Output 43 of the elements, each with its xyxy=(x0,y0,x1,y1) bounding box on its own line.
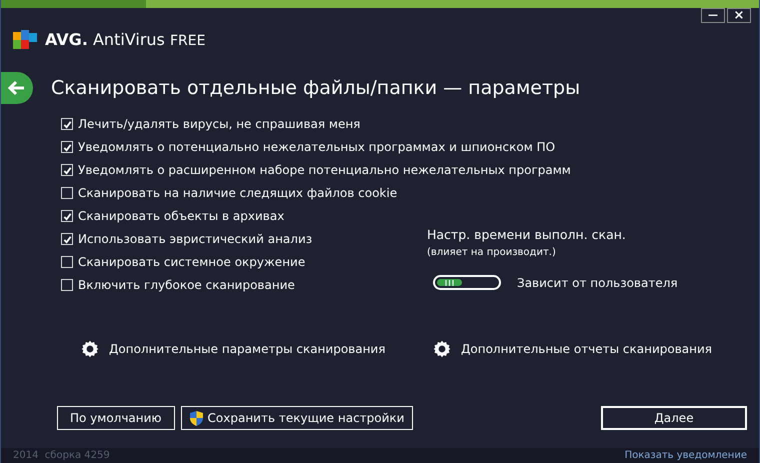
build-info: 2014 сборка 4259 xyxy=(13,449,110,463)
checkmark-icon xyxy=(62,166,72,174)
show-notification-link[interactable]: Показать уведомление xyxy=(624,448,747,463)
scan-time-value: Зависит от пользователя xyxy=(517,274,678,292)
next-button[interactable]: Далее xyxy=(601,406,747,430)
option-label: Сканировать системное окружение xyxy=(78,254,306,271)
option-label: Включить глубокое сканирование xyxy=(78,277,295,294)
back-button[interactable] xyxy=(1,72,33,104)
app-title: AVG. AntiVirus FREE xyxy=(45,29,206,51)
checkbox[interactable] xyxy=(61,210,73,222)
minimize-button[interactable]: — xyxy=(701,8,725,23)
save-settings-button[interactable]: Сохранить текущие настройки xyxy=(180,406,414,430)
option-label: Сканировать объекты в архивах xyxy=(78,208,284,225)
gear-icon xyxy=(433,340,451,358)
logo-icon xyxy=(13,30,39,50)
scan-time-subtitle: (влияет на производит.) xyxy=(427,246,557,260)
checkbox[interactable] xyxy=(61,141,73,153)
option-label: Лечить/удалять вирусы, не спрашивая меня xyxy=(78,116,360,133)
option-label: Сканировать на наличие следящих файлов cookie xyxy=(78,185,398,202)
checkmark-icon xyxy=(62,120,72,128)
option-label: Использовать эвристический анализ xyxy=(78,231,312,248)
gear-icon xyxy=(81,340,99,358)
option-label: Уведомлять о потенциально нежелательных программах и шпионском ПО xyxy=(78,139,556,156)
shield-icon xyxy=(190,410,203,426)
checkbox[interactable] xyxy=(61,233,73,245)
grip-icon xyxy=(445,280,454,286)
option-label: Уведомлять о расширенном наборе потенциально нежелательных программ xyxy=(78,162,571,179)
checkbox[interactable] xyxy=(61,118,73,130)
checkbox[interactable] xyxy=(61,164,73,176)
checkbox[interactable] xyxy=(61,187,73,199)
close-button[interactable]: × xyxy=(727,8,751,23)
checkmark-icon xyxy=(62,212,72,220)
default-button[interactable]: По умолчанию xyxy=(57,406,175,430)
scan-time-title: Настр. времени выполн. скан. xyxy=(427,226,627,244)
settings-link[interactable]: Дополнительные параметры сканирования xyxy=(81,338,433,360)
checkmark-icon xyxy=(62,142,72,152)
page-title: Сканировать отдельные файлы/папки — параметры xyxy=(51,76,580,101)
scan-time-slider[interactable] xyxy=(433,275,501,290)
settings-link[interactable]: Дополнительные отчеты сканирования xyxy=(433,338,712,360)
checkbox[interactable] xyxy=(61,279,73,291)
back-arrow-icon xyxy=(8,80,26,96)
checkbox[interactable] xyxy=(61,256,73,268)
checkmark-icon xyxy=(62,234,72,244)
